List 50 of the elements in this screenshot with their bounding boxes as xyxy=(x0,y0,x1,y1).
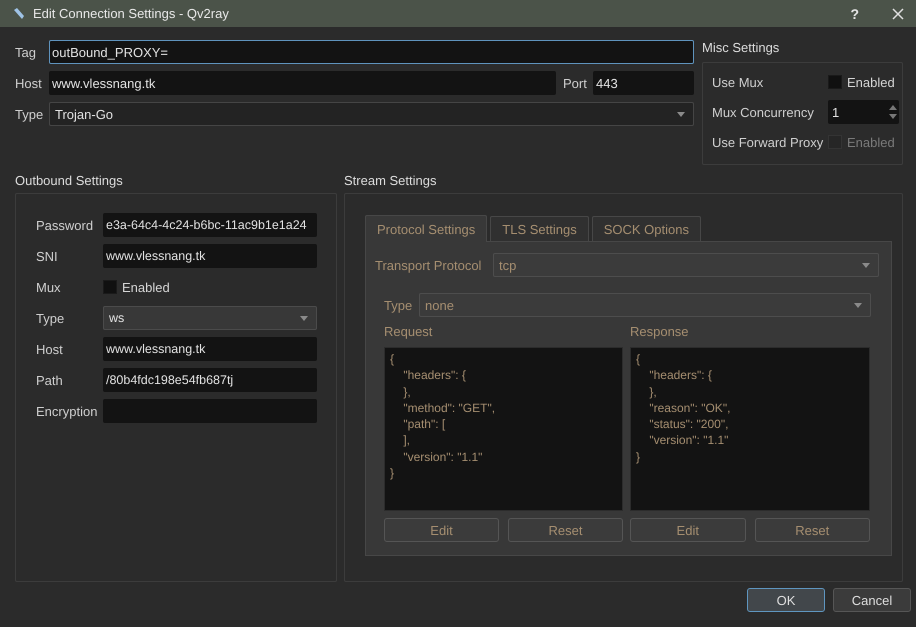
tag-field[interactable]: outBound_PROXY= xyxy=(49,40,694,64)
text-field[interactable]: e3a-64c4-4c24-b6bc-11ac9b1e1a24 xyxy=(103,213,317,237)
field-label: Use Forward Proxy xyxy=(712,134,824,150)
field-label: Type xyxy=(15,106,44,122)
text-field[interactable]: www.vlessnang.tk xyxy=(103,337,317,361)
type-dropdown[interactable]: ws xyxy=(103,306,317,330)
field-label: Encryption xyxy=(36,404,98,418)
mux-concurrency-spinbox[interactable]: 1 xyxy=(828,100,899,124)
text-field[interactable]: /80b4fdc198e54fb687tj xyxy=(103,368,317,392)
caret-icon xyxy=(677,112,685,116)
text-field[interactable]: www.vlessnang.tk xyxy=(103,244,317,268)
window-title: Edit Connection Settings - Qv2ray xyxy=(33,6,229,21)
field-label: Type xyxy=(36,310,66,326)
help-button[interactable]: ? xyxy=(847,6,862,22)
field-label: Tag xyxy=(15,44,37,60)
field-label: Port xyxy=(563,76,588,90)
checkbox-label: Enabled xyxy=(847,74,895,90)
field-label: Type xyxy=(384,298,414,312)
dialog-button[interactable]: Cancel xyxy=(833,588,911,612)
close-button[interactable] xyxy=(890,6,906,22)
type-dropdown[interactable]: Trojan-Go xyxy=(49,102,694,126)
port-field[interactable]: 443 xyxy=(593,71,694,95)
close-icon xyxy=(892,8,904,20)
editor-label: Response xyxy=(630,324,690,340)
down-arrow-icon[interactable] xyxy=(889,114,897,119)
caret-icon xyxy=(862,262,870,268)
pen-icon xyxy=(13,8,25,19)
field-label: Mux xyxy=(36,280,62,294)
section-title: Misc Settings xyxy=(702,40,780,56)
field-label: Use Mux xyxy=(712,74,764,90)
dialog-button[interactable]: OK xyxy=(747,588,825,612)
checkbox[interactable] xyxy=(828,75,842,89)
field-label: Path xyxy=(36,372,64,388)
up-arrow-icon[interactable] xyxy=(889,105,897,110)
field-label: Host xyxy=(36,342,64,356)
editor-label: Request xyxy=(384,324,434,340)
section-title: Stream Settings xyxy=(344,173,438,189)
checkbox-label: Enabled xyxy=(847,134,895,150)
host-field[interactable]: www.vlessnang.tk xyxy=(49,71,556,95)
caret-icon xyxy=(854,302,862,308)
field-label: SNI xyxy=(36,248,59,264)
text-field[interactable] xyxy=(103,399,317,423)
section-title: Outbound Settings xyxy=(15,173,124,189)
field-label: Transport Protocol xyxy=(375,258,482,272)
field-label: Host xyxy=(15,76,43,90)
caret-icon xyxy=(300,316,308,320)
field-label: Mux Concurrency xyxy=(712,104,815,120)
field-label: Password xyxy=(36,218,94,232)
checkbox-label: Enabled xyxy=(122,280,170,294)
checkbox[interactable] xyxy=(103,280,117,294)
